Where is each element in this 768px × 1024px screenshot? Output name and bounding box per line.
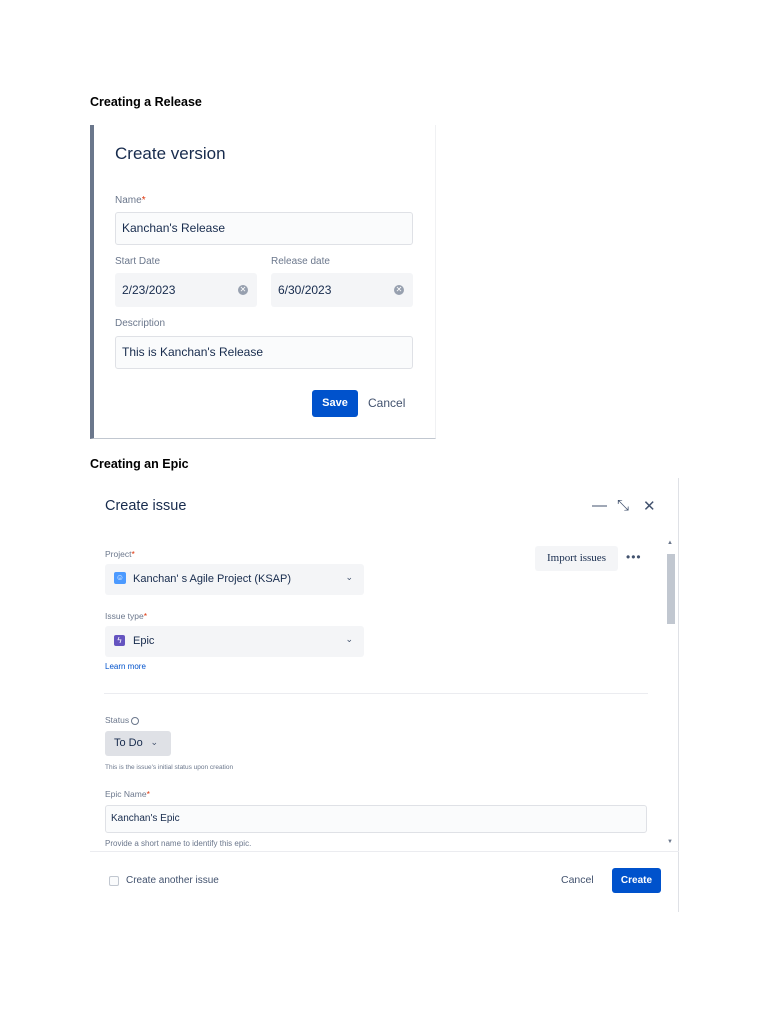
project-icon: ☺ [114,572,126,584]
close-icon[interactable]: ✕ [643,497,656,515]
create-another-checkbox[interactable] [109,876,119,886]
learn-more-link[interactable]: Learn more [105,662,146,671]
release-date-label: Release date [271,256,330,267]
clear-circle-icon[interactable]: ✕ [238,285,248,295]
scrollbar[interactable]: ▲ ▼ [665,540,677,850]
footer-divider [90,851,679,852]
epic-name-label: Epic Name* [105,789,150,799]
status-dropdown[interactable]: To Do ⌄ [105,731,171,756]
section-divider [104,693,648,694]
epic-name-input[interactable]: Kanchan's Epic [105,805,647,833]
name-input[interactable]: Kanchan's Release [115,212,413,245]
name-label: Name* [115,195,146,206]
import-issues-button[interactable]: Import issues [535,546,618,571]
cancel-button[interactable]: Cancel [368,396,405,410]
dialog-title: Create issue [105,498,187,514]
issue-type-select[interactable]: ϟ Epic ⌄ [105,626,364,657]
create-button[interactable]: Create [612,868,661,893]
minimize-icon[interactable]: — [592,497,607,514]
info-icon [131,716,140,725]
epic-icon: ϟ [114,635,125,646]
scroll-up-icon[interactable]: ▲ [667,540,673,546]
save-button[interactable]: Save [312,390,358,417]
create-issue-dialog: Create issue — ⤡ ✕ Project* ☺ Kanchan' s… [90,478,679,912]
issue-type-label: Issue type* [105,611,148,621]
status-label: Status [105,715,140,725]
chevron-down-icon: ⌄ [345,634,353,644]
start-date-input[interactable]: 2/23/2023 ✕ [115,273,257,307]
chevron-down-icon: ⌄ [345,572,353,582]
project-select[interactable]: ☺ Kanchan' s Agile Project (KSAP) ⌄ [105,564,364,595]
description-input[interactable]: This is Kanchan's Release [115,336,413,369]
heading-creating-release: Creating a Release [90,95,202,109]
more-options-icon[interactable]: ••• [626,550,642,564]
heading-creating-epic: Creating an Epic [90,457,189,471]
create-another-label: Create another issue [126,875,219,886]
scroll-down-icon[interactable]: ▼ [667,839,673,845]
epic-name-hint: Provide a short name to identify this ep… [105,839,252,848]
scroll-thumb[interactable] [667,554,675,624]
status-hint: This is the issue's initial status upon … [105,764,234,771]
chevron-down-icon: ⌄ [150,737,158,747]
cancel-button[interactable]: Cancel [561,874,594,886]
start-date-label: Start Date [115,256,161,267]
create-version-panel: Create version Name* Kanchan's Release S… [90,125,436,439]
collapse-icon[interactable]: ⤡ [617,497,629,514]
description-label: Description [115,318,166,329]
clear-circle-icon[interactable]: ✕ [394,285,404,295]
release-date-input[interactable]: 6/30/2023 ✕ [271,273,413,307]
project-label: Project* [105,549,135,559]
panel-title: Create version [115,144,226,163]
